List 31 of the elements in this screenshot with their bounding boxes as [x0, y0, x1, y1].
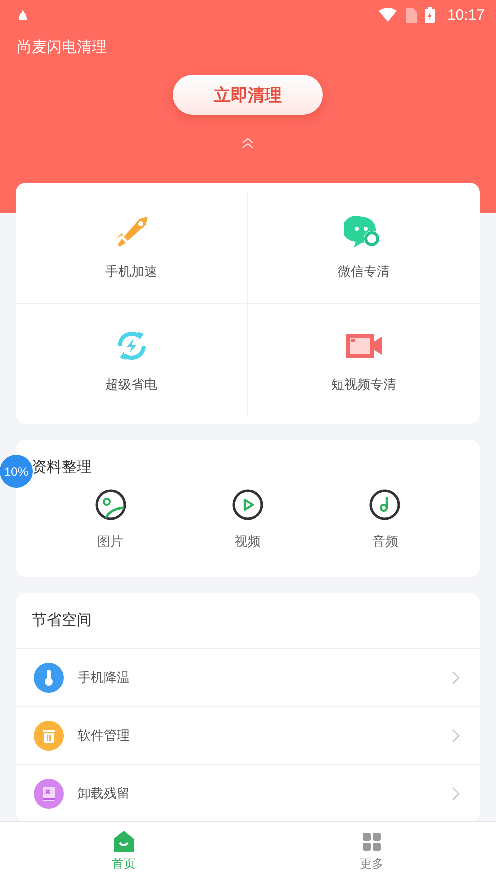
- tool-label[interactable]: 手机加速: [106, 263, 158, 281]
- chevron-right-icon[interactable]: [452, 728, 460, 742]
- file-type-label[interactable]: 图片: [98, 533, 124, 551]
- tool-label[interactable]: 超级省电: [106, 376, 158, 394]
- list-item-label[interactable]: 软件管理: [78, 726, 438, 744]
- home-icon: [112, 830, 136, 854]
- play-icon[interactable]: [232, 489, 264, 521]
- grid-icon: [360, 830, 384, 854]
- battery-icon: [425, 7, 436, 23]
- file-type-label[interactable]: 视频: [234, 533, 261, 551]
- status-time: 10:17: [447, 6, 485, 24]
- section-title: 节省空间: [16, 593, 480, 649]
- app-title: 尚麦闪电清理: [17, 38, 108, 57]
- notification-icon: [17, 9, 29, 21]
- tool-label[interactable]: 微信专清: [338, 263, 390, 281]
- thermometer-icon[interactable]: [34, 662, 64, 692]
- trash-icon[interactable]: [34, 720, 64, 750]
- list-item-label[interactable]: 手机降温: [78, 668, 438, 686]
- tool-label[interactable]: 短视频专清: [332, 376, 396, 394]
- wifi-icon: [379, 8, 398, 22]
- clean-button[interactable]: 立即清理: [173, 75, 323, 115]
- image-icon[interactable]: [94, 489, 127, 521]
- chevron-right-icon[interactable]: [452, 670, 460, 684]
- chevron-right-icon[interactable]: [452, 786, 460, 800]
- uninstall-icon[interactable]: [34, 778, 64, 808]
- nav-tab[interactable]: 更多: [248, 822, 496, 881]
- double-chevron-up-icon: [242, 137, 254, 149]
- section-title: 资料整理: [32, 458, 93, 477]
- file-type-label[interactable]: 音频: [372, 533, 398, 551]
- music-note-icon[interactable]: [369, 489, 402, 521]
- list-item-label[interactable]: 卸载残留: [78, 784, 438, 802]
